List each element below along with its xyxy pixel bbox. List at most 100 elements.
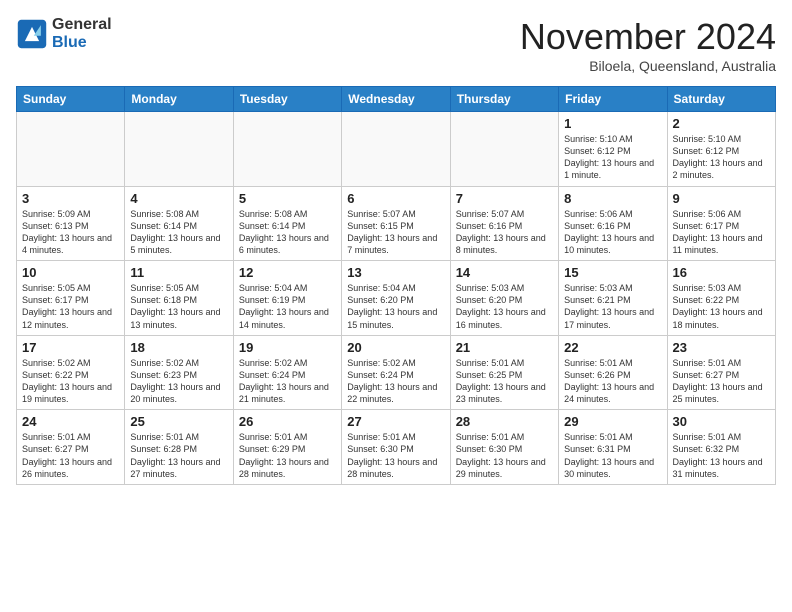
day-info: Sunrise: 5:08 AM Sunset: 6:14 PM Dayligh…: [130, 208, 227, 257]
day-number: 11: [130, 265, 227, 280]
calendar-cell: 10 Sunrise: 5:05 AM Sunset: 6:17 PM Dayli…: [17, 261, 125, 336]
calendar-cell: 13 Sunrise: 5:04 AM Sunset: 6:20 PM Dayli…: [342, 261, 450, 336]
logo-text: General Blue: [52, 16, 112, 51]
day-number: 30: [673, 414, 770, 429]
calendar-cell: 11 Sunrise: 5:05 AM Sunset: 6:18 PM Dayli…: [125, 261, 233, 336]
day-number: 19: [239, 340, 336, 355]
day-number: 17: [22, 340, 119, 355]
calendar-week-row: 24 Sunrise: 5:01 AM Sunset: 6:27 PM Dayli…: [17, 410, 776, 485]
day-info: Sunrise: 5:04 AM Sunset: 6:19 PM Dayligh…: [239, 282, 336, 331]
day-info: Sunrise: 5:01 AM Sunset: 6:32 PM Dayligh…: [673, 431, 770, 480]
day-number: 6: [347, 191, 444, 206]
day-info: Sunrise: 5:10 AM Sunset: 6:12 PM Dayligh…: [564, 133, 661, 182]
calendar-cell: 22Sunrise: 5:01 AM Sunset: 6:26 PM Dayli…: [559, 335, 667, 410]
calendar-cell: 14Sunrise: 5:03 AM Sunset: 6:20 PM Dayli…: [450, 261, 558, 336]
day-info: Sunrise: 5:05 AM Sunset: 6:17 PM Dayligh…: [22, 282, 119, 331]
day-number: 7: [456, 191, 553, 206]
calendar-cell: 7Sunrise: 5:07 AM Sunset: 6:16 PM Daylig…: [450, 186, 558, 261]
calendar-cell: 23 Sunrise: 5:01 AM Sunset: 6:27 PM Dayli…: [667, 335, 775, 410]
calendar-cell: 1 Sunrise: 5:10 AM Sunset: 6:12 PM Daylig…: [559, 112, 667, 187]
day-number: 16: [673, 265, 770, 280]
day-number: 29: [564, 414, 661, 429]
calendar-cell: 29Sunrise: 5:01 AM Sunset: 6:31 PM Dayli…: [559, 410, 667, 485]
month-title: November 2024: [520, 16, 776, 58]
calendar-cell: 17Sunrise: 5:02 AM Sunset: 6:22 PM Dayli…: [17, 335, 125, 410]
day-info: Sunrise: 5:04 AM Sunset: 6:20 PM Dayligh…: [347, 282, 444, 331]
day-number: 15: [564, 265, 661, 280]
calendar-cell: 9 Sunrise: 5:06 AM Sunset: 6:17 PM Daylig…: [667, 186, 775, 261]
weekday-header: Sunday: [17, 87, 125, 112]
day-number: 23: [673, 340, 770, 355]
calendar-cell: 27 Sunrise: 5:01 AM Sunset: 6:30 PM Dayli…: [342, 410, 450, 485]
day-info: Sunrise: 5:06 AM Sunset: 6:16 PM Dayligh…: [564, 208, 661, 257]
day-number: 9: [673, 191, 770, 206]
calendar-week-row: 3 Sunrise: 5:09 AM Sunset: 6:13 PM Daylig…: [17, 186, 776, 261]
day-number: 28: [456, 414, 553, 429]
calendar-cell: 2 Sunrise: 5:10 AM Sunset: 6:12 PM Daylig…: [667, 112, 775, 187]
calendar-week-row: 1 Sunrise: 5:10 AM Sunset: 6:12 PM Daylig…: [17, 112, 776, 187]
day-number: 21: [456, 340, 553, 355]
weekday-header: Friday: [559, 87, 667, 112]
day-info: Sunrise: 5:01 AM Sunset: 6:30 PM Dayligh…: [347, 431, 444, 480]
day-info: Sunrise: 5:07 AM Sunset: 6:15 PM Dayligh…: [347, 208, 444, 257]
calendar-cell: 15 Sunrise: 5:03 AM Sunset: 6:21 PM Dayli…: [559, 261, 667, 336]
day-number: 18: [130, 340, 227, 355]
calendar-cell: [233, 112, 341, 187]
day-number: 10: [22, 265, 119, 280]
location-title: Biloela, Queensland, Australia: [520, 58, 776, 74]
day-number: 1: [564, 116, 661, 131]
day-number: 26: [239, 414, 336, 429]
calendar-cell: [125, 112, 233, 187]
calendar-cell: 30 Sunrise: 5:01 AM Sunset: 6:32 PM Dayli…: [667, 410, 775, 485]
calendar-cell: 26Sunrise: 5:01 AM Sunset: 6:29 PM Dayli…: [233, 410, 341, 485]
day-info: Sunrise: 5:01 AM Sunset: 6:30 PM Dayligh…: [456, 431, 553, 480]
day-info: Sunrise: 5:03 AM Sunset: 6:21 PM Dayligh…: [564, 282, 661, 331]
logo-icon: [16, 18, 48, 50]
calendar-cell: 18 Sunrise: 5:02 AM Sunset: 6:23 PM Dayli…: [125, 335, 233, 410]
calendar-cell: 16 Sunrise: 5:03 AM Sunset: 6:22 PM Dayli…: [667, 261, 775, 336]
calendar-cell: 4 Sunrise: 5:08 AM Sunset: 6:14 PM Daylig…: [125, 186, 233, 261]
day-info: Sunrise: 5:10 AM Sunset: 6:12 PM Dayligh…: [673, 133, 770, 182]
day-number: 14: [456, 265, 553, 280]
day-number: 4: [130, 191, 227, 206]
day-info: Sunrise: 5:06 AM Sunset: 6:17 PM Dayligh…: [673, 208, 770, 257]
day-info: Sunrise: 5:09 AM Sunset: 6:13 PM Dayligh…: [22, 208, 119, 257]
calendar-cell: 20Sunrise: 5:02 AM Sunset: 6:24 PM Dayli…: [342, 335, 450, 410]
day-info: Sunrise: 5:01 AM Sunset: 6:25 PM Dayligh…: [456, 357, 553, 406]
calendar-cell: 21 Sunrise: 5:01 AM Sunset: 6:25 PM Dayli…: [450, 335, 558, 410]
calendar-cell: 12 Sunrise: 5:04 AM Sunset: 6:19 PM Dayli…: [233, 261, 341, 336]
calendar-cell: 19Sunrise: 5:02 AM Sunset: 6:24 PM Dayli…: [233, 335, 341, 410]
page-header: General Blue November 2024 Biloela, Quee…: [16, 16, 776, 74]
day-info: Sunrise: 5:02 AM Sunset: 6:23 PM Dayligh…: [130, 357, 227, 406]
weekday-header: Thursday: [450, 87, 558, 112]
day-number: 3: [22, 191, 119, 206]
day-number: 2: [673, 116, 770, 131]
calendar-cell: 28 Sunrise: 5:01 AM Sunset: 6:30 PM Dayli…: [450, 410, 558, 485]
calendar-cell: [17, 112, 125, 187]
day-number: 24: [22, 414, 119, 429]
weekday-header-row: SundayMondayTuesdayWednesdayThursdayFrid…: [17, 87, 776, 112]
day-number: 13: [347, 265, 444, 280]
day-info: Sunrise: 5:05 AM Sunset: 6:18 PM Dayligh…: [130, 282, 227, 331]
day-number: 20: [347, 340, 444, 355]
weekday-header: Tuesday: [233, 87, 341, 112]
weekday-header: Monday: [125, 87, 233, 112]
calendar-cell: 3 Sunrise: 5:09 AM Sunset: 6:13 PM Daylig…: [17, 186, 125, 261]
calendar-table: SundayMondayTuesdayWednesdayThursdayFrid…: [16, 86, 776, 485]
day-number: 22: [564, 340, 661, 355]
weekday-header: Saturday: [667, 87, 775, 112]
calendar-week-row: 17Sunrise: 5:02 AM Sunset: 6:22 PM Dayli…: [17, 335, 776, 410]
day-number: 5: [239, 191, 336, 206]
day-info: Sunrise: 5:01 AM Sunset: 6:28 PM Dayligh…: [130, 431, 227, 480]
calendar-cell: [342, 112, 450, 187]
calendar-cell: 25Sunrise: 5:01 AM Sunset: 6:28 PM Dayli…: [125, 410, 233, 485]
day-number: 8: [564, 191, 661, 206]
day-info: Sunrise: 5:01 AM Sunset: 6:27 PM Dayligh…: [22, 431, 119, 480]
day-info: Sunrise: 5:03 AM Sunset: 6:22 PM Dayligh…: [673, 282, 770, 331]
day-number: 27: [347, 414, 444, 429]
calendar-cell: [450, 112, 558, 187]
day-info: Sunrise: 5:08 AM Sunset: 6:14 PM Dayligh…: [239, 208, 336, 257]
day-number: 12: [239, 265, 336, 280]
day-info: Sunrise: 5:01 AM Sunset: 6:27 PM Dayligh…: [673, 357, 770, 406]
weekday-header: Wednesday: [342, 87, 450, 112]
